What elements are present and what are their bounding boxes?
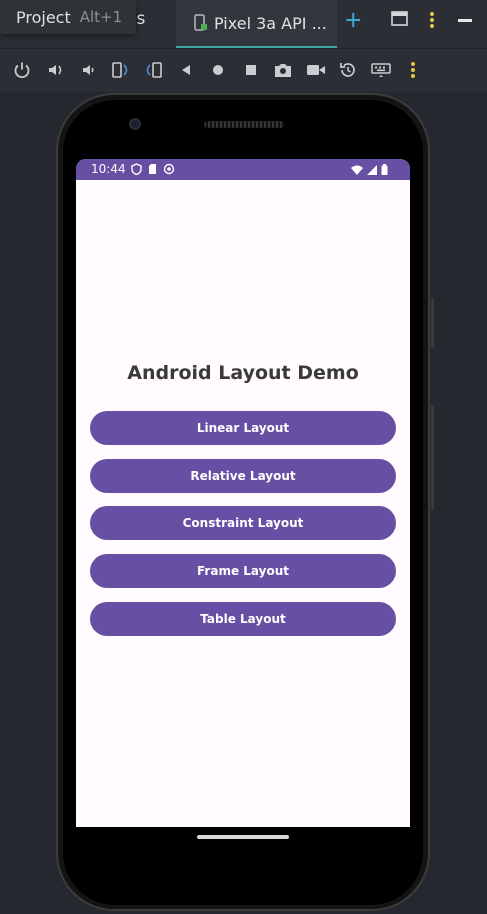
add-device-button[interactable]: + bbox=[344, 8, 362, 34]
power-icon[interactable] bbox=[12, 60, 32, 80]
snapshot-icon[interactable] bbox=[338, 60, 358, 80]
home-icon[interactable] bbox=[208, 60, 228, 80]
home-indicator[interactable] bbox=[197, 835, 289, 839]
status-bar: 10:44 bbox=[76, 159, 410, 180]
table-layout-button[interactable]: Table Layout bbox=[90, 602, 396, 636]
volume-down-icon[interactable] bbox=[79, 60, 99, 80]
tab-pixel-3a[interactable]: Pixel 3a API ... bbox=[176, 0, 337, 48]
screenshot-icon[interactable] bbox=[273, 60, 293, 80]
device-phone-icon bbox=[194, 14, 208, 32]
window-icon[interactable] bbox=[391, 11, 409, 31]
volume-up-icon[interactable] bbox=[46, 60, 66, 80]
sync-icon bbox=[163, 163, 175, 178]
constraint-layout-button[interactable]: Constraint Layout bbox=[90, 506, 396, 540]
relative-layout-button[interactable]: Relative Layout bbox=[90, 459, 396, 493]
rotate-left-icon[interactable] bbox=[111, 60, 131, 80]
project-tooltip: Project Alt+1 bbox=[0, 0, 136, 34]
battery-icon bbox=[381, 164, 388, 178]
tab-bar: es Pixel 3a API ... + Project Alt+1 bbox=[0, 0, 487, 48]
more-options-icon[interactable] bbox=[426, 11, 438, 33]
tab-pixel-3a-label: Pixel 3a API ... bbox=[214, 13, 327, 33]
tooltip-label: Project bbox=[16, 7, 71, 27]
linear-layout-button[interactable]: Linear Layout bbox=[90, 411, 396, 445]
minimize-button[interactable] bbox=[458, 19, 472, 22]
overview-icon[interactable] bbox=[241, 60, 261, 80]
more-icon[interactable] bbox=[403, 60, 423, 80]
rotate-right-icon[interactable] bbox=[143, 60, 163, 80]
app-title: Android Layout Demo bbox=[127, 362, 359, 384]
device-screen[interactable]: 10:44 Android Layout Demo Linear Layout … bbox=[76, 159, 410, 827]
screen-record-icon[interactable] bbox=[306, 60, 326, 80]
status-time: 10:44 bbox=[91, 162, 126, 176]
keyboard-icon[interactable] bbox=[371, 60, 391, 80]
volume-key[interactable] bbox=[431, 405, 434, 510]
back-icon[interactable] bbox=[176, 60, 196, 80]
cell-signal-icon bbox=[367, 164, 377, 178]
earpiece-speaker bbox=[204, 121, 284, 128]
wifi-icon bbox=[351, 164, 363, 178]
frame-layout-button[interactable]: Frame Layout bbox=[90, 554, 396, 588]
tooltip-shortcut: Alt+1 bbox=[79, 8, 123, 26]
shield-icon bbox=[131, 163, 142, 178]
front-camera bbox=[129, 118, 141, 130]
sd-card-icon bbox=[148, 163, 157, 178]
power-key[interactable] bbox=[431, 298, 434, 348]
emulator-toolbar bbox=[0, 48, 487, 92]
